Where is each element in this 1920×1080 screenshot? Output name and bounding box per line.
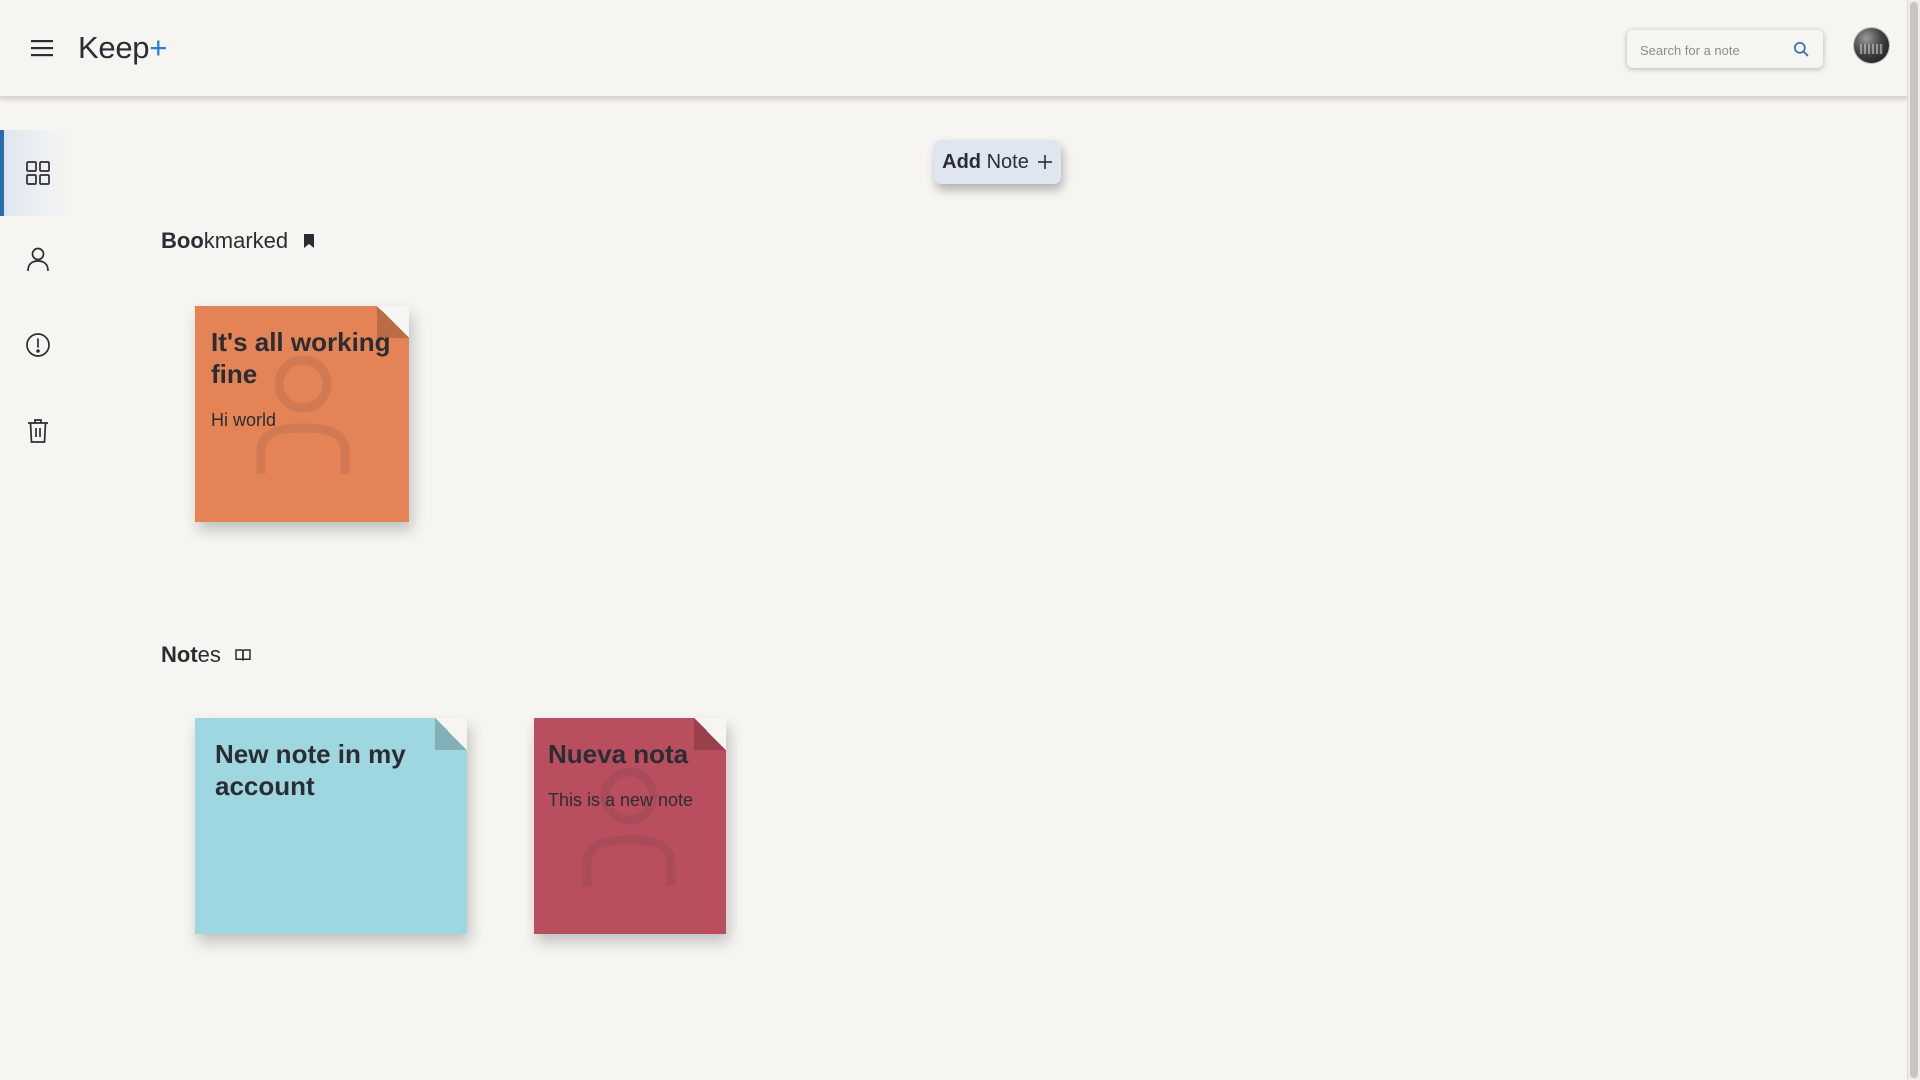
grid-icon — [25, 160, 51, 186]
sidebar — [0, 96, 76, 1080]
sidebar-item-all-notes[interactable] — [0, 130, 76, 216]
note-fold — [435, 718, 467, 750]
trash-icon — [27, 418, 49, 444]
alert-icon — [25, 332, 51, 358]
add-note-label: Note — [986, 150, 1029, 173]
bookmarked-heading-bold: Boo — [161, 228, 204, 253]
notes-heading: Notes — [161, 642, 251, 668]
notes-heading-bold: Not — [161, 642, 198, 667]
note-card[interactable]: It's all working fine Hi world — [195, 306, 409, 522]
menu-icon[interactable] — [30, 37, 58, 59]
bookmark-icon — [302, 233, 316, 249]
sidebar-item-profile[interactable] — [0, 216, 76, 302]
note-card[interactable]: Nueva nota This is a new note — [534, 718, 726, 934]
note-watermark-icon — [582, 768, 676, 886]
top-bar: Keep+ — [0, 0, 1908, 97]
bookmarked-heading: Bookmarked — [161, 228, 316, 254]
scrollbar-thumb[interactable] — [1910, 2, 1918, 1078]
note-body: This is a new note — [548, 790, 694, 810]
note-card[interactable]: New note in my account — [195, 718, 467, 934]
sidebar-item-alerts[interactable] — [0, 302, 76, 388]
notes-heading-rest: es — [197, 642, 221, 667]
app-logo[interactable]: Keep+ — [78, 29, 167, 67]
bookmarked-heading-rest: kmarked — [203, 228, 289, 253]
scrollbar[interactable] — [1907, 0, 1920, 1080]
sidebar-item-trash[interactable] — [0, 388, 76, 474]
search-input[interactable] — [1638, 30, 1792, 70]
note-title: It's all working fine — [211, 327, 391, 389]
logo-plus: + — [149, 30, 168, 65]
note-body: Hi world — [211, 410, 277, 430]
logo-text: Keep — [78, 30, 150, 65]
note-title: New note in my account — [215, 739, 406, 801]
add-note-label-bold: Add — [942, 150, 982, 173]
book-icon — [235, 648, 251, 662]
search-icon[interactable] — [1793, 41, 1809, 57]
note-title: Nueva nota — [548, 739, 689, 769]
search-box — [1627, 30, 1823, 70]
plus-icon — [1037, 154, 1053, 170]
avatar[interactable] — [1854, 28, 1889, 63]
person-icon — [26, 246, 50, 272]
add-note-button[interactable]: Add Note — [934, 140, 1061, 184]
